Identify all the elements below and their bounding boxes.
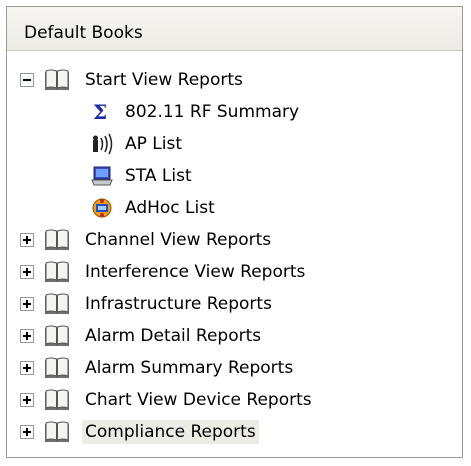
adhoc-icon	[91, 197, 113, 219]
panel-title: Default Books	[24, 23, 143, 43]
tree-item-label: Alarm Summary Reports	[85, 357, 294, 378]
expand-icon[interactable]	[20, 232, 34, 247]
expand-icon[interactable]	[20, 264, 34, 279]
tree-item-label-selected: Compliance Reports	[82, 419, 259, 444]
expand-icon[interactable]	[20, 328, 34, 343]
report-tree-panel: Default Books Start View Reports Σ 802.1…	[6, 6, 463, 458]
tree-item-start-view-reports[interactable]: Start View Reports	[20, 64, 246, 95]
tree-item-chart-view-device-reports[interactable]: Chart View Device Reports	[20, 384, 315, 415]
tree-leaf-sta-list[interactable]: STA List	[91, 160, 195, 191]
sigma-icon: Σ	[91, 101, 113, 123]
tree-leaf-rf-summary[interactable]: Σ 802.11 RF Summary	[91, 96, 302, 127]
tree-item-label: Channel View Reports	[85, 229, 272, 250]
expand-icon[interactable]	[20, 296, 34, 311]
expand-icon[interactable]	[20, 424, 34, 439]
tree-item-infrastructure-reports[interactable]: Infrastructure Reports	[20, 288, 275, 319]
expand-icon[interactable]	[20, 392, 34, 407]
tree-item-label: Alarm Detail Reports	[85, 325, 262, 346]
tree-item-label: Interference View Reports	[85, 261, 306, 282]
collapse-icon[interactable]	[20, 72, 34, 87]
book-icon	[45, 357, 69, 378]
tree-item-label: Chart View Device Reports	[85, 389, 312, 410]
tree-item-label: Start View Reports	[85, 69, 243, 90]
book-icon	[45, 421, 69, 442]
tree-item-alarm-detail-reports[interactable]: Alarm Detail Reports	[20, 320, 264, 351]
tree-item-label: Infrastructure Reports	[85, 293, 272, 314]
book-icon	[45, 229, 69, 250]
tree-leaf-label: 802.11 RF Summary	[125, 101, 300, 122]
panel-header: Default Books	[7, 7, 462, 51]
book-icon	[45, 69, 69, 90]
book-icon	[45, 389, 69, 410]
book-icon	[45, 293, 69, 314]
tree-item-channel-view-reports[interactable]: Channel View Reports	[20, 224, 274, 255]
book-icon	[45, 325, 69, 346]
tree-leaf-label: AdHoc List	[125, 197, 215, 218]
tree-item-interference-view-reports[interactable]: Interference View Reports	[20, 256, 308, 287]
tree-leaf-label: STA List	[125, 165, 192, 186]
tree-item-alarm-summary-reports[interactable]: Alarm Summary Reports	[20, 352, 296, 383]
expand-icon[interactable]	[20, 360, 34, 375]
tree-leaf-ap-list[interactable]: AP List	[91, 128, 185, 159]
access-point-icon	[91, 133, 113, 155]
svg-text:Σ: Σ	[93, 101, 107, 123]
tree-leaf-label: AP List	[125, 133, 183, 154]
book-icon	[45, 261, 69, 282]
tree-item-compliance-reports[interactable]: Compliance Reports	[20, 416, 259, 447]
laptop-icon	[91, 165, 113, 187]
tree-leaf-adhoc-list[interactable]: AdHoc List	[91, 192, 218, 223]
